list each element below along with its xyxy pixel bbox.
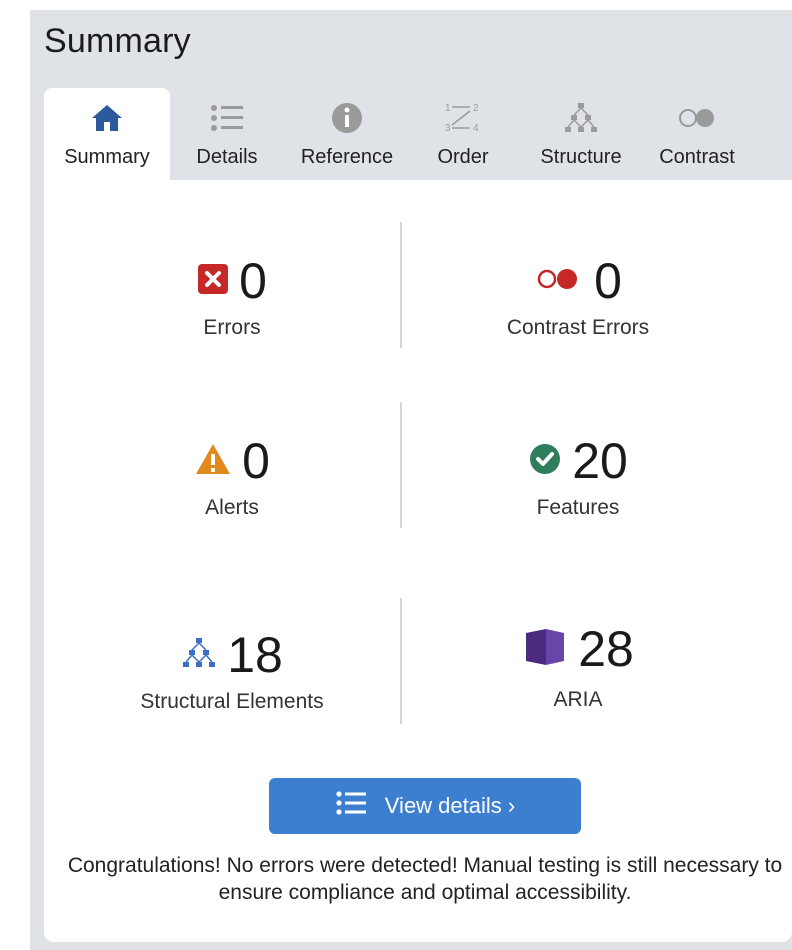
tab-label: Contrast xyxy=(659,146,735,168)
stat-contrast-errors[interactable]: 0 Contrast Errors xyxy=(418,256,738,340)
structure-icon xyxy=(563,96,599,140)
stat-features[interactable]: 20 Features xyxy=(418,436,738,520)
tab-label: Structure xyxy=(540,146,622,168)
alerts-label: Alerts xyxy=(205,496,259,519)
tab-contrast[interactable]: Contrast xyxy=(646,88,748,180)
contrast-icon xyxy=(677,96,717,140)
alert-icon xyxy=(194,442,232,481)
summary-content: 0 Errors 0 Contrast Errors 0 Alerts 20 F… xyxy=(44,180,792,942)
stat-alerts[interactable]: 0 Alerts xyxy=(72,436,392,520)
success-message: Congratulations! No errors were detected… xyxy=(67,854,783,904)
tab-details[interactable]: Details xyxy=(170,88,284,180)
order-icon: 1 2 3 4 xyxy=(443,96,483,140)
aria-count: 28 xyxy=(578,621,634,677)
aria-label: ARIA xyxy=(553,688,603,711)
divider xyxy=(400,402,402,528)
divider xyxy=(400,598,402,724)
contrast-errors-label: Contrast Errors xyxy=(506,316,650,339)
contrast-error-icon xyxy=(534,266,584,297)
structural-count: 18 xyxy=(227,627,283,683)
aria-icon xyxy=(522,627,568,672)
svg-text:1: 1 xyxy=(445,103,451,114)
tab-label: Summary xyxy=(64,146,150,168)
tab-structure[interactable]: Structure xyxy=(516,88,646,180)
tab-label: Order xyxy=(437,146,489,168)
structure-icon xyxy=(181,636,217,675)
view-details-label: View details › xyxy=(384,793,516,818)
info-icon xyxy=(330,96,364,140)
structural-label: Structural Elements xyxy=(140,690,324,713)
tab-bar: Summary Details Reference 1 2 3 4 Order Str… xyxy=(44,88,792,180)
svg-text:2: 2 xyxy=(473,103,479,114)
tab-label: Details xyxy=(196,146,258,168)
svg-text:3: 3 xyxy=(445,123,451,134)
panel-title: Summary xyxy=(44,22,191,60)
list-icon xyxy=(335,790,367,822)
stat-aria[interactable]: 28 ARIA xyxy=(418,624,738,712)
features-count: 20 xyxy=(572,433,628,489)
tab-summary[interactable]: Summary xyxy=(44,88,170,180)
errors-label: Errors xyxy=(203,316,261,339)
list-icon xyxy=(209,96,245,140)
contrast-errors-count: 0 xyxy=(594,253,622,309)
error-icon xyxy=(197,263,229,300)
check-icon xyxy=(528,442,562,481)
errors-count: 0 xyxy=(239,253,267,309)
tab-order[interactable]: 1 2 3 4 Order xyxy=(410,88,516,180)
features-label: Features xyxy=(536,496,620,519)
view-details-button[interactable]: View details › xyxy=(269,778,581,834)
tab-reference[interactable]: Reference xyxy=(284,88,410,180)
alerts-count: 0 xyxy=(242,433,270,489)
tab-label: Reference xyxy=(300,146,394,168)
home-icon xyxy=(90,96,124,140)
svg-text:4: 4 xyxy=(473,123,479,134)
divider xyxy=(400,222,402,348)
stat-errors[interactable]: 0 Errors xyxy=(72,256,392,340)
stat-structural-elements[interactable]: 18 Structural Elements xyxy=(72,630,392,714)
